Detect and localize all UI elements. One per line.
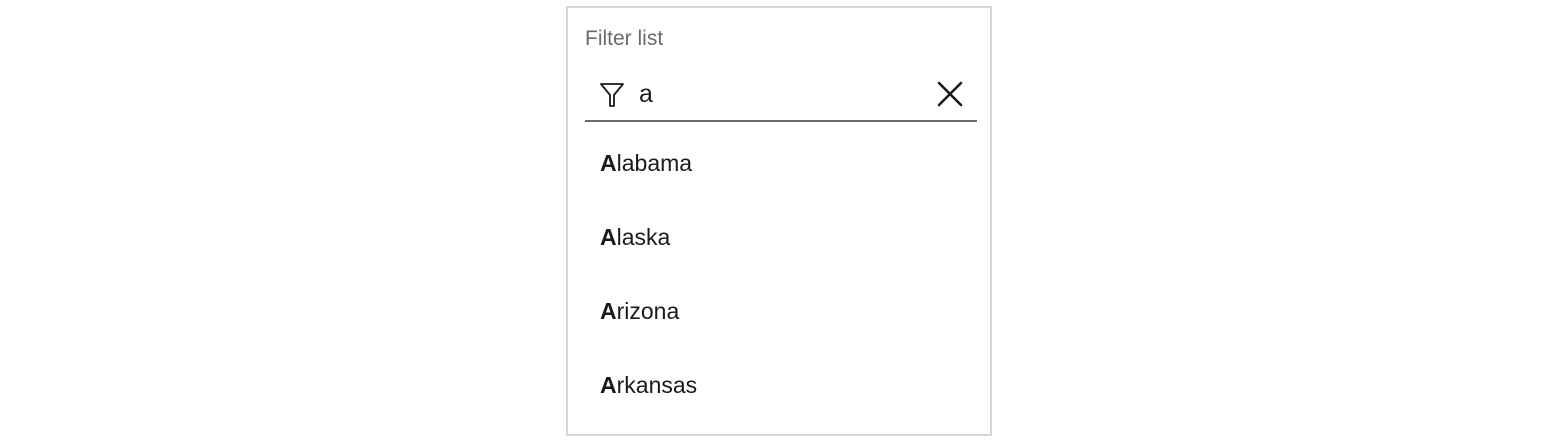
item-label-rest: laska — [616, 224, 671, 250]
list-item-arizona[interactable]: Arizona — [568, 274, 990, 348]
results-list: Alabama Alaska Arizona Arkansas — [568, 126, 990, 422]
filter-search-field[interactable] — [585, 70, 977, 122]
match-highlight: A — [600, 372, 617, 398]
list-item-alabama[interactable]: Alabama — [568, 126, 990, 200]
match-highlight: A — [600, 298, 617, 324]
item-label-rest: labama — [616, 150, 693, 176]
match-highlight: A — [600, 224, 617, 250]
list-item-alaska[interactable]: Alaska — [568, 200, 990, 274]
item-label-rest: rkansas — [616, 372, 698, 398]
close-icon — [937, 81, 963, 107]
filter-input[interactable] — [639, 79, 919, 109]
filter-icon — [600, 83, 624, 107]
match-highlight: A — [600, 150, 617, 176]
clear-filter-button[interactable] — [935, 79, 965, 109]
filter-list-label: Filter list — [585, 27, 664, 50]
item-label-rest: rizona — [616, 298, 680, 324]
list-item-arkansas[interactable]: Arkansas — [568, 348, 990, 422]
filter-list-panel: Filter list Alabama Alaska Arizona Arkan… — [566, 6, 992, 436]
